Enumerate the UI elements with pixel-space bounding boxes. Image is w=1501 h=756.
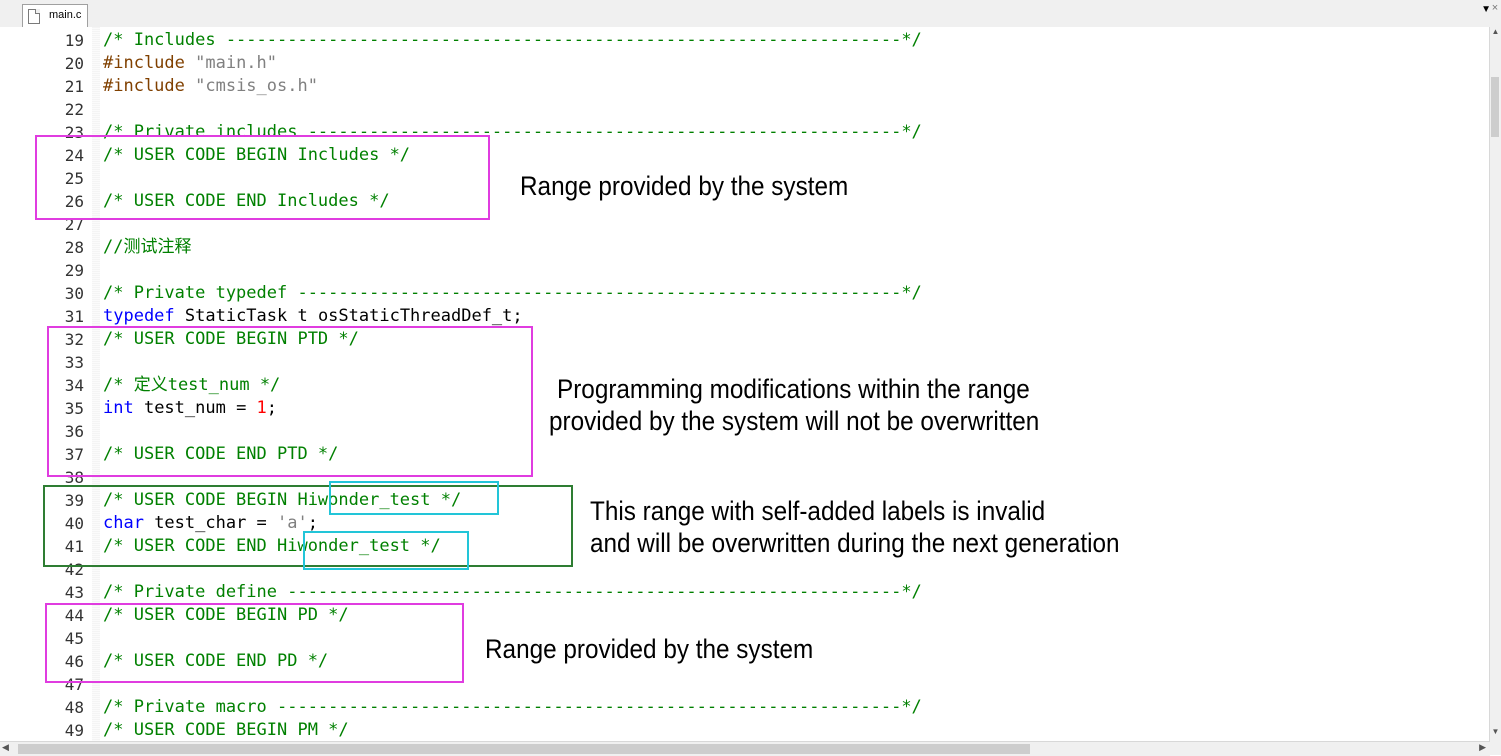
line-number: 31 — [64, 307, 84, 326]
code-line[interactable]: 29 — [0, 259, 1490, 282]
code-line[interactable]: 22 — [0, 98, 1490, 121]
code-token: /* Includes ----------------------------… — [103, 30, 922, 50]
code-token: /* Private macro -----------------------… — [103, 697, 922, 717]
line-number: 29 — [64, 261, 84, 280]
line-code: /* Private macro -----------------------… — [103, 696, 922, 719]
scroll-left-icon[interactable]: ◀ — [2, 742, 9, 753]
annotation-ptd-line1: Programming modifications within the ran… — [557, 374, 1030, 404]
code-line[interactable]: 49 /* USER CODE BEGIN PM */ — [0, 719, 1490, 741]
code-token: "main.h" — [195, 53, 278, 73]
line-number: 30 — [64, 284, 84, 303]
scrollbar-corner — [1490, 741, 1501, 755]
hiwonder-label-highlight-end — [303, 531, 469, 570]
code-line[interactable]: 28 //测试注释 — [0, 236, 1490, 259]
code-line[interactable]: 31 typedef StaticTask t osStaticThreadDef… — [0, 305, 1490, 328]
vertical-scrollbar[interactable]: ▲ ▼ — [1489, 27, 1501, 741]
code-token: #include — [103, 53, 196, 73]
line-code: /* Private define ----------------------… — [103, 581, 922, 604]
includes-range-highlight — [35, 135, 490, 220]
scroll-down-icon[interactable]: ▼ — [1490, 727, 1501, 741]
line-code: typedef StaticTask t osStaticThreadDef_t… — [103, 305, 523, 328]
line-code: /* Private typedef ---------------------… — [103, 282, 922, 305]
vertical-scroll-thumb[interactable] — [1491, 77, 1499, 137]
line-number: 48 — [64, 698, 84, 717]
annotation-includes-range: Range provided by the system — [520, 171, 849, 201]
line-code: #include "main.h" — [103, 52, 277, 75]
file-icon — [28, 9, 40, 24]
scroll-up-icon[interactable]: ▲ — [1490, 27, 1501, 41]
horizontal-scrollbar[interactable]: ◀ ▶ — [0, 741, 1490, 756]
hiwonder-label-highlight-begin — [329, 481, 499, 515]
code-token: //测试注释 — [103, 237, 192, 257]
horizontal-scroll-thumb[interactable] — [18, 744, 1030, 754]
code-line[interactable]: 43 /* Private define --------------------… — [0, 581, 1490, 604]
annotation-custom-line1: This range with self-added labels is inv… — [590, 496, 1046, 526]
scroll-right-icon[interactable]: ▶ — [1479, 742, 1486, 753]
tab-main-c[interactable]: main.c — [22, 4, 88, 27]
code-line[interactable]: 48 /* Private macro ---------------------… — [0, 696, 1490, 719]
line-number: 20 — [64, 54, 84, 73]
annotation-pd-range: Range provided by the system — [485, 634, 814, 664]
code-token: /* Private typedef ---------------------… — [103, 283, 922, 303]
ptd-range-highlight — [47, 326, 533, 477]
code-token: /* USER CODE BEGIN PM */ — [103, 720, 349, 740]
code-line[interactable]: 20 #include "main.h" — [0, 52, 1490, 75]
close-tab-icon[interactable]: × — [1489, 2, 1501, 16]
code-token: typedef — [103, 306, 175, 326]
line-number: 19 — [64, 31, 84, 50]
tab-label: main.c — [49, 9, 82, 21]
code-token: "cmsis_os.h" — [195, 76, 318, 96]
line-code: //测试注释 — [103, 236, 191, 259]
annotation-custom-line2: and will be overwritten during the next … — [590, 528, 1120, 558]
tab-bar: main.c ▼ × — [0, 0, 1501, 28]
code-line[interactable]: 19 /* Includes --------------------------… — [0, 29, 1490, 52]
line-number: 43 — [64, 583, 84, 602]
code-token: /* Private define ----------------------… — [103, 582, 922, 602]
line-code: #include "cmsis_os.h" — [103, 75, 318, 98]
line-code: /* Includes ----------------------------… — [103, 29, 922, 52]
line-number: 28 — [64, 238, 84, 257]
pd-range-highlight — [45, 603, 464, 683]
annotation-ptd-line2: provided by the system will not be overw… — [549, 406, 1040, 436]
line-number: 22 — [64, 100, 84, 119]
code-line[interactable]: 30 /* Private typedef -------------------… — [0, 282, 1490, 305]
code-token: #include — [103, 76, 196, 96]
code-line[interactable]: 21 #include "cmsis_os.h" — [0, 75, 1490, 98]
line-code: /* USER CODE BEGIN PM */ — [103, 719, 349, 741]
code-token: StaticTask t osStaticThreadDef_t; — [174, 306, 523, 326]
line-number: 49 — [64, 721, 84, 740]
line-number: 21 — [64, 77, 84, 96]
